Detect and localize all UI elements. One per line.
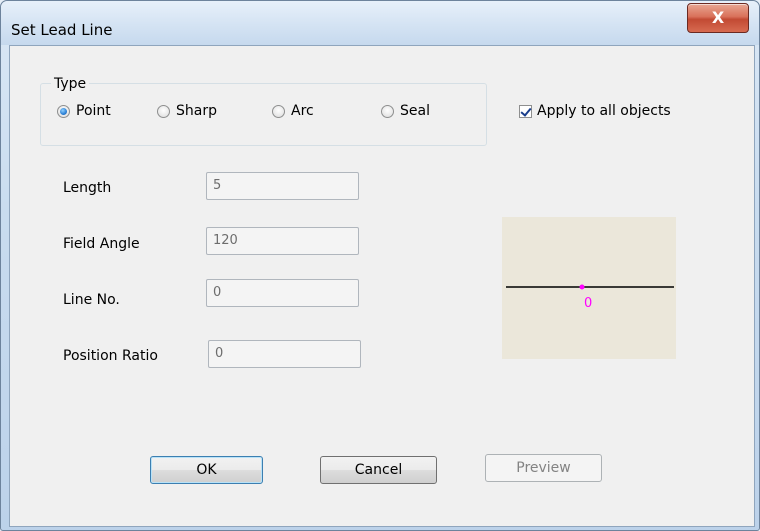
length-label: Length (63, 180, 112, 196)
lead-point-marker (579, 284, 585, 290)
radio-arc[interactable]: Arc (272, 101, 314, 121)
type-group-label: Type (51, 76, 90, 92)
close-button[interactable]: X (687, 3, 749, 33)
marker-label: 0 (584, 296, 592, 311)
checkbox-checked-icon[interactable] (519, 104, 532, 118)
title-bar[interactable]: Set Lead Line (1, 1, 759, 45)
radio-seal-indicator[interactable] (381, 104, 394, 118)
position-ratio-label: Position Ratio (63, 348, 158, 364)
ok-button[interactable]: OK (150, 456, 263, 484)
radio-seal-label: Seal (400, 103, 430, 119)
radio-sharp-indicator[interactable] (157, 104, 170, 118)
preview-button[interactable]: Preview (485, 454, 602, 482)
field-angle-label: Field Angle (63, 236, 140, 252)
dialog-body: Type Point Sharp Arc Seal Apply to all o… (9, 45, 755, 527)
dialog-window: Set Lead Line X Type Point Sharp Arc Sea… (0, 0, 760, 531)
window-title: Set Lead Line (11, 21, 113, 39)
line-no-input[interactable]: 0 (206, 279, 359, 307)
type-groupbox: Type Point Sharp Arc Seal (40, 76, 487, 146)
radio-sharp[interactable]: Sharp (157, 101, 217, 121)
line-no-label: Line No. (63, 292, 120, 308)
length-input[interactable]: 5 (206, 172, 359, 200)
radio-arc-label: Arc (291, 103, 314, 119)
position-ratio-input[interactable]: 0 (208, 340, 361, 368)
radio-sharp-label: Sharp (176, 103, 217, 119)
radio-seal[interactable]: Seal (381, 101, 430, 121)
field-angle-input[interactable]: 120 (206, 227, 359, 255)
radio-point-label: Point (76, 103, 111, 119)
preview-canvas: 0 (506, 284, 674, 311)
lead-line-preview: 0 (502, 217, 676, 359)
apply-all-label: Apply to all objects (537, 103, 671, 119)
radio-arc-indicator[interactable] (272, 104, 285, 118)
cancel-button[interactable]: Cancel (320, 456, 437, 484)
radio-point-indicator[interactable] (57, 104, 70, 118)
radio-point[interactable]: Point (57, 101, 111, 121)
apply-all-checkbox[interactable]: Apply to all objects (519, 103, 671, 119)
